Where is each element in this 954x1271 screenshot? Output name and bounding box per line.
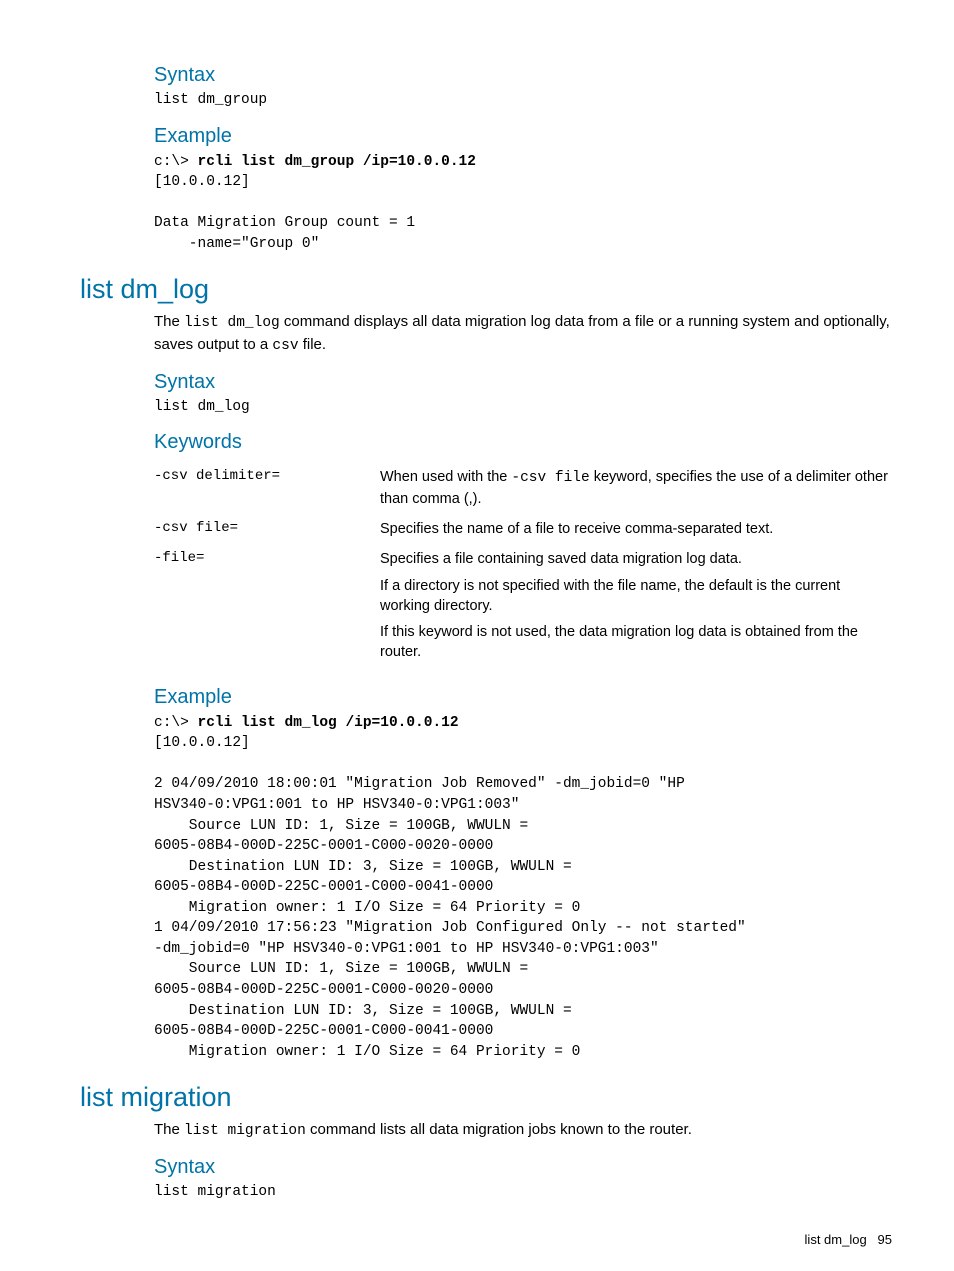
kw-desc-line: If a directory is not specified with the… [380, 576, 888, 617]
example-heading: Example [154, 125, 894, 148]
example-prompt: c:\> [154, 715, 198, 731]
kw-desc-line: Specifies a file containing saved data m… [380, 549, 888, 569]
example-block: c:\> rcli list dm_group /ip=10.0.0.12 [1… [154, 152, 894, 255]
intro-post: file. [299, 336, 327, 353]
kw-desc-line: If this keyword is not used, the data mi… [380, 622, 888, 663]
sec2-body: The list dm_log command displays all dat… [154, 311, 894, 1062]
intro-pre: The [154, 1121, 184, 1138]
sec1: Syntax list dm_group Example c:\> rcli l… [154, 64, 894, 254]
keywords-heading: Keywords [154, 431, 894, 454]
section-title-dm-log: list dm_log [80, 274, 894, 305]
section-title-migration: list migration [80, 1082, 894, 1113]
intro-code2: csv [272, 338, 298, 354]
syntax-code: list migration [154, 1183, 894, 1203]
example-command: rcli list dm_log /ip=10.0.0.12 [198, 715, 459, 731]
syntax-code: list dm_log [154, 398, 894, 418]
table-row: -csv delimiter= When used with the -csv … [154, 462, 894, 514]
footer-label: list dm_log [805, 1232, 867, 1247]
intro-pre: The [154, 313, 184, 330]
intro-code: list dm_log [184, 315, 280, 331]
kw-desc: Specifies a file containing saved data m… [380, 544, 894, 667]
syntax-heading: Syntax [154, 1156, 894, 1179]
example-output: [10.0.0.12] 2 04/09/2010 18:00:01 "Migra… [154, 735, 746, 1059]
table-row: -csv file= Specifies the name of a file … [154, 514, 894, 544]
intro-post: command lists all data migration jobs kn… [306, 1121, 692, 1138]
kw-key: -csv file= [154, 514, 380, 544]
table-row: -file= Specifies a file containing saved… [154, 544, 894, 667]
footer-page-number: 95 [878, 1232, 892, 1247]
example-heading: Example [154, 686, 894, 709]
kw-desc: When used with the -csv file keyword, sp… [380, 462, 894, 514]
kw-key: -csv delimiter= [154, 462, 380, 514]
page-content: Syntax list dm_group Example c:\> rcli l… [0, 0, 954, 1242]
kw-desc-pre: When used with the [380, 469, 511, 485]
intro-paragraph: The list dm_log command displays all dat… [154, 311, 894, 356]
syntax-heading: Syntax [154, 64, 894, 87]
example-command: rcli list dm_group /ip=10.0.0.12 [198, 154, 476, 170]
kw-key: -file= [154, 544, 380, 667]
syntax-code: list dm_group [154, 91, 894, 111]
syntax-heading: Syntax [154, 371, 894, 394]
example-prompt: c:\> [154, 154, 198, 170]
keywords-table: -csv delimiter= When used with the -csv … [154, 462, 894, 668]
example-block: c:\> rcli list dm_log /ip=10.0.0.12 [10.… [154, 713, 894, 1063]
intro-paragraph: The list migration command lists all dat… [154, 1119, 894, 1142]
kw-desc-code: -csv file [511, 470, 589, 486]
page-footer: list dm_log 95 [805, 1232, 892, 1247]
kw-desc: Specifies the name of a file to receive … [380, 514, 894, 544]
example-output: [10.0.0.12] Data Migration Group count =… [154, 174, 415, 252]
intro-code: list migration [184, 1123, 306, 1139]
sec3-body: The list migration command lists all dat… [154, 1119, 894, 1202]
